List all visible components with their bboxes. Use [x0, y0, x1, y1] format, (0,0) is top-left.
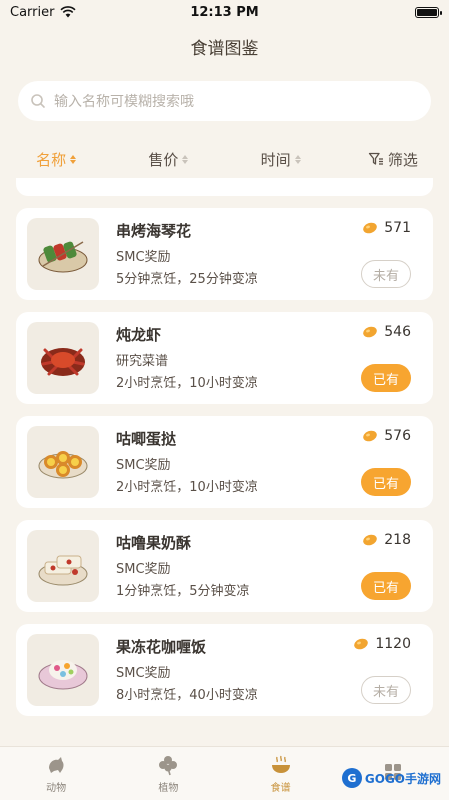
recipe-times: 1分钟烹饪，5分钟变凉	[116, 584, 250, 599]
recipe-source: SMC奖励	[116, 666, 171, 681]
price-value: 546	[384, 324, 411, 340]
recipe-name: 炖龙虾	[116, 326, 162, 344]
coin-icon	[363, 430, 378, 442]
pastry-dish-icon	[38, 555, 88, 586]
sort-by-name[interactable]: 名称	[0, 149, 112, 170]
ownership-button[interactable]: 未有	[361, 260, 411, 288]
sort-time-label: 时间	[260, 150, 291, 169]
price-value: 1120	[375, 636, 411, 652]
recipe-card[interactable]: 咕唧蛋挞 SMC奖励 2小时烹饪，10小时变凉 576 已有	[16, 416, 433, 508]
sort-arrows-icon	[70, 154, 77, 164]
recipe-price: 576	[362, 428, 411, 444]
ownership-button[interactable]: 已有	[361, 468, 411, 496]
sort-arrows-icon	[294, 154, 301, 164]
recipe-list: 串烤海琴花 SMC奖励 5分钟烹饪，25分钟变凉 571 未有 炖龙虾 研究菜谱…	[16, 208, 433, 728]
recipe-times: 8小时烹饪，40小时变凉	[116, 688, 258, 703]
search-input[interactable]: 输入名称可模糊搜索哦	[18, 81, 431, 121]
status-bar: Carrier 12:13 PM	[0, 0, 449, 24]
recipe-thumbnail	[27, 530, 99, 602]
coin-icon	[363, 534, 378, 546]
filter-icon	[368, 152, 383, 165]
recipe-card[interactable]: 串烤海琴花 SMC奖励 5分钟烹饪，25分钟变凉 571 未有	[16, 208, 433, 300]
tab-recipes-label: 食谱	[270, 782, 291, 794]
status-time: 12:13 PM	[190, 4, 259, 20]
sort-by-time[interactable]: 时间	[225, 149, 337, 170]
coin-icon	[363, 326, 378, 338]
recipe-times: 2小时烹饪，10小时变凉	[116, 480, 258, 495]
tab-animals-label: 动物	[46, 782, 67, 794]
curry-rice-dish-icon	[38, 660, 88, 690]
ownership-button[interactable]: 未有	[361, 676, 411, 704]
tab-animals[interactable]: 动物	[0, 747, 112, 800]
recipe-name: 咕唧蛋挞	[116, 430, 177, 448]
recipe-price: 1120	[353, 636, 411, 652]
watermark: G GOGO手游网	[341, 768, 441, 788]
tab-plants-label: 植物	[158, 782, 179, 794]
coin-icon	[363, 222, 378, 234]
recipe-source: 研究菜谱	[116, 354, 169, 369]
price-value: 218	[384, 532, 411, 548]
watermark-logo-icon: G	[341, 768, 362, 788]
price-value: 571	[384, 220, 411, 236]
recipe-card[interactable]: 果冻花咖喱饭 SMC奖励 8小时烹饪，40小时变凉 1120 未有	[16, 624, 433, 716]
coin-icon	[354, 638, 369, 650]
sort-bar: 名称 售价 时间 筛选	[0, 146, 449, 172]
recipe-times: 5分钟烹饪，25分钟变凉	[116, 272, 258, 287]
recipe-source: SMC奖励	[116, 562, 171, 577]
recipe-price: 571	[362, 220, 411, 236]
tab-plants[interactable]: 植物	[112, 747, 224, 800]
ownership-button[interactable]: 已有	[361, 572, 411, 600]
bowl-icon	[271, 755, 290, 773]
sort-name-label: 名称	[36, 150, 67, 169]
recipe-name: 串烤海琴花	[116, 222, 192, 240]
recipe-card[interactable]: 咕噜果奶酥 SMC奖励 1分钟烹饪，5分钟变凉 218 已有	[16, 520, 433, 612]
clover-icon	[159, 755, 178, 775]
recipe-card[interactable]: 炖龙虾 研究菜谱 2小时烹饪，10小时变凉 546 已有	[16, 312, 433, 404]
watermark-text: GOGO手游网	[364, 771, 441, 786]
egg-tart-dish-icon	[38, 451, 88, 479]
sort-by-price[interactable]: 售价	[112, 149, 224, 170]
price-value: 576	[384, 428, 411, 444]
animal-icon	[49, 756, 64, 773]
recipe-name: 咕噜果奶酥	[116, 534, 192, 552]
filter-label: 筛选	[387, 150, 418, 169]
sort-price-label: 售价	[148, 150, 179, 169]
search-icon	[31, 94, 45, 108]
sort-arrows-icon	[182, 154, 189, 164]
recipe-source: SMC奖励	[116, 458, 171, 473]
skewer-dish-icon	[38, 241, 88, 273]
tab-recipes[interactable]: 食谱	[225, 747, 337, 800]
page-title: 食谱图鉴	[190, 39, 259, 59]
recipe-thumbnail	[27, 322, 99, 394]
lobster-dish-icon	[41, 348, 85, 376]
recipe-name: 果冻花咖喱饭	[116, 638, 207, 656]
ownership-button[interactable]: 已有	[361, 364, 411, 392]
recipe-thumbnail	[27, 218, 99, 290]
recipe-times: 2小时烹饪，10小时变凉	[116, 376, 258, 391]
card-peek	[16, 178, 433, 196]
filter-button[interactable]: 筛选	[337, 149, 449, 170]
recipe-thumbnail	[27, 634, 99, 706]
search-placeholder: 输入名称可模糊搜索哦	[54, 94, 194, 110]
recipe-price: 546	[362, 324, 411, 340]
recipe-source: SMC奖励	[116, 250, 171, 265]
battery-icon	[415, 6, 442, 18]
recipe-thumbnail	[27, 426, 99, 498]
recipe-price: 218	[362, 532, 411, 548]
